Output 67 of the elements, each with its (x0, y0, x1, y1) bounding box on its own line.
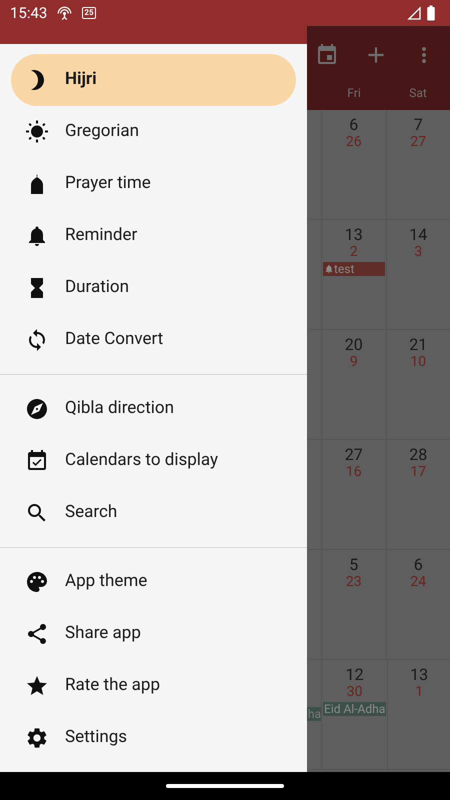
day-cell[interactable]: 12 30 Eid Al-Adha (322, 660, 388, 769)
share-icon (25, 622, 49, 646)
drawer-item[interactable]: Reminder (11, 210, 296, 262)
hijri-day: 26 (346, 134, 362, 150)
day-cell[interactable]: 20 9 (322, 330, 386, 439)
hijri-day: 1 (415, 684, 424, 700)
hijri-day: 23 (346, 574, 362, 590)
bell-icon (324, 264, 334, 274)
calendar-check-icon (25, 449, 49, 473)
day-cell[interactable]: 6 24 (386, 550, 450, 659)
hijri-day: 30 (346, 684, 363, 700)
day-number: 13 (344, 225, 363, 244)
day-number: 5 (349, 555, 358, 574)
sun-icon (25, 120, 49, 144)
day-cell[interactable]: 28 17 (386, 440, 450, 549)
day-number: 7 (414, 115, 423, 134)
day-number: 6 (349, 115, 358, 134)
day-number: 6 (414, 555, 423, 574)
drawer-item[interactable]: Settings (11, 712, 296, 764)
palette-icon (25, 570, 49, 594)
hijri-day: 10 (410, 354, 426, 370)
drawer-item[interactable]: App theme (11, 556, 296, 608)
day-cell[interactable]: 14 3 (386, 220, 450, 329)
antenna-icon (57, 6, 72, 20)
day-cell[interactable]: 7 27 (386, 110, 450, 219)
event-chip[interactable]: Eid Al-Adha (323, 702, 386, 716)
calendar-status-icon: 25 (82, 7, 96, 19)
signal-icon (406, 5, 422, 21)
status-time: 15:43 (10, 2, 48, 24)
drawer-item[interactable]: Rate the app (11, 660, 296, 712)
drawer-item[interactable]: Share app (11, 608, 296, 660)
drawer-item[interactable]: Calendars to display (11, 435, 296, 487)
compass-icon (25, 397, 49, 421)
home-handle[interactable] (166, 784, 284, 788)
calendar-icon[interactable] (315, 43, 339, 67)
hijri-day: 24 (410, 574, 426, 590)
hijri-day: 16 (346, 464, 362, 480)
day-cell[interactable]: 13 2 test (322, 220, 386, 329)
day-cell[interactable]: 5 23 (322, 550, 386, 659)
day-number: 13 (410, 665, 428, 684)
day-number: 12 (346, 665, 364, 684)
hijri-day: 27 (410, 134, 426, 150)
day-number: 14 (409, 225, 428, 244)
hijri-day: 17 (410, 464, 426, 480)
weekday-label: Fri (347, 86, 361, 100)
day-cell[interactable]: 6 26 (322, 110, 386, 219)
event-chip[interactable]: ha (307, 707, 321, 721)
drawer-item[interactable]: Hijri (11, 54, 296, 106)
settings-icon (25, 726, 49, 750)
day-cell[interactable]: 13 1 (388, 660, 450, 769)
day-cell[interactable]: 21 10 (386, 330, 450, 439)
day-number: 27 (344, 445, 363, 464)
drawer-item[interactable]: Qibla direction (11, 383, 296, 435)
event-chip[interactable]: test (323, 262, 384, 276)
drawer-item[interactable]: Duration (11, 262, 296, 314)
hijri-day: 3 (414, 244, 422, 260)
drawer-item[interactable]: Search (11, 487, 296, 539)
drawer-item[interactable]: Date Convert (11, 314, 296, 366)
day-cell[interactable]: 27 16 (322, 440, 386, 549)
day-number: 20 (344, 335, 363, 354)
hijri-day: 9 (350, 354, 358, 370)
hijri-day: 2 (350, 244, 358, 260)
drawer-item[interactable]: Prayer time (11, 158, 296, 210)
day-number: 21 (409, 335, 428, 354)
drawer-item[interactable]: Gregorian (11, 106, 296, 158)
weekday-label: Sat (409, 86, 427, 100)
day-number: 28 (409, 445, 428, 464)
